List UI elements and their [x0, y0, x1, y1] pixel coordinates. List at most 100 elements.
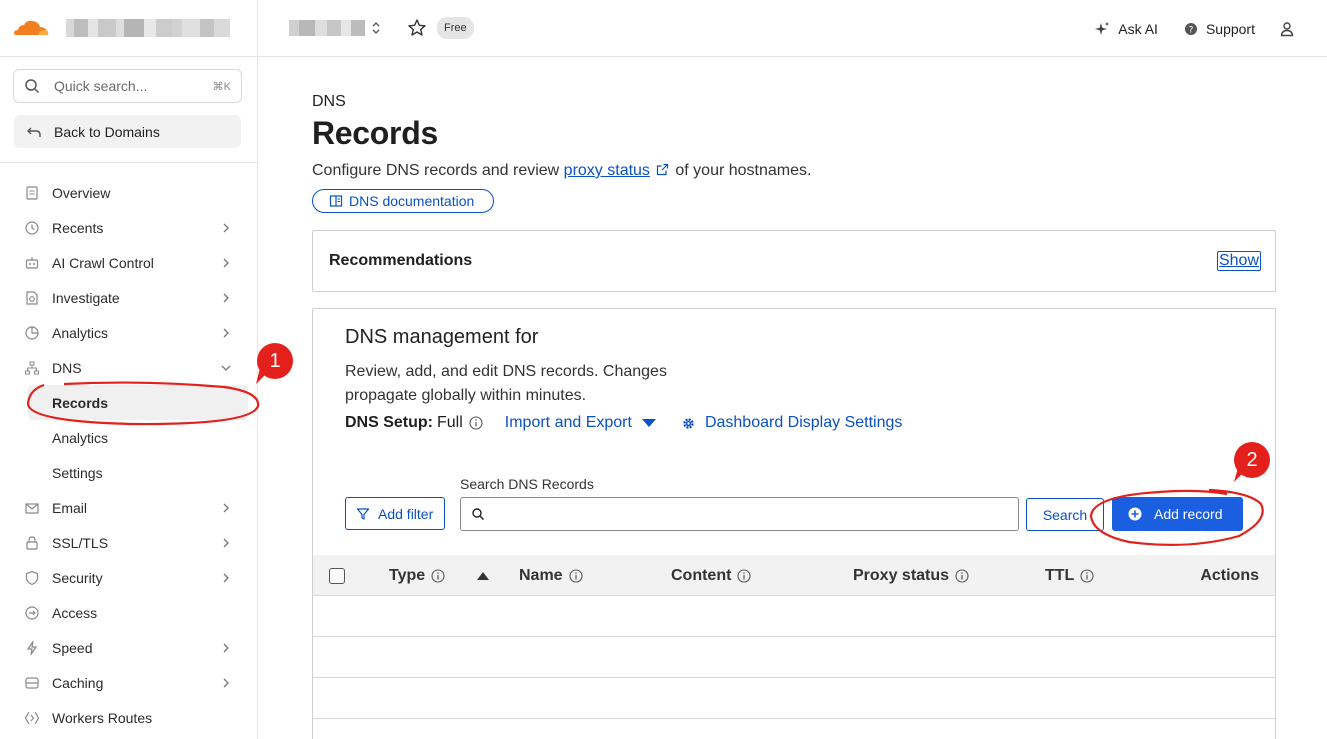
select-all-checkbox[interactable] [329, 567, 345, 584]
user-menu-button[interactable] [1279, 21, 1303, 37]
user-icon [1280, 21, 1294, 36]
recommendations-show-button[interactable]: Show [1216, 251, 1261, 271]
book-icon [329, 195, 343, 207]
page-description: Configure DNS records and review proxy s… [312, 162, 811, 180]
dns-management-description: Review, add, and edit DNS records. Chang… [345, 363, 667, 404]
chevron-right-icon [223, 223, 229, 232]
sidebar-item-label: Recents [52, 219, 104, 236]
sidebar-item-label: Investigate [52, 289, 120, 306]
star-icon[interactable] [407, 18, 427, 38]
search-icon [25, 79, 40, 94]
sidebar-item-label: Caching [52, 674, 104, 691]
account-name-redacted[interactable] [66, 19, 230, 37]
top-bar: Free Ask AI ? Support [258, 0, 1327, 57]
sidebar-item-caching[interactable]: Caching [0, 665, 257, 700]
info-icon[interactable] [569, 568, 583, 583]
annotation-circle-records [26, 381, 260, 426]
support-button[interactable]: ? Support [1184, 21, 1255, 37]
page-eyebrow: DNS [312, 93, 346, 110]
column-header-type[interactable]: Type [389, 555, 445, 596]
chevron-right-icon [223, 503, 229, 512]
table-row[interactable] [313, 596, 1275, 637]
support-label: Support [1205, 20, 1255, 37]
annotation-number: 2 [1246, 448, 1258, 471]
chevron-right-icon [223, 328, 229, 337]
sidebar-item-email[interactable]: Email [0, 490, 257, 525]
sidebar-item-ssl-tls[interactable]: SSL/TLS [0, 525, 257, 560]
sidebar-item-recents[interactable]: Recents [0, 210, 257, 245]
workers-icon [24, 711, 40, 724]
dns-documentation-button[interactable]: DNS documentation [312, 189, 494, 213]
annotation-badge-tail [256, 368, 268, 384]
column-header-label: Name [519, 566, 563, 584]
sidebar-item-speed[interactable]: Speed [0, 630, 257, 665]
info-icon[interactable] [955, 568, 969, 583]
description-text: Configure DNS records and review [312, 162, 564, 179]
column-header-proxy-status[interactable]: Proxy status [853, 555, 969, 596]
caret-down-icon [641, 419, 656, 427]
column-header-actions: Actions [1200, 555, 1259, 596]
info-icon[interactable] [737, 568, 751, 583]
top-bar-actions: Ask AI ? Support [1094, 0, 1303, 57]
column-header-name[interactable]: Name [519, 555, 583, 596]
back-to-domains-button[interactable]: Back to Domains [14, 115, 241, 148]
recommendations-title: Recommendations [329, 252, 473, 269]
chevron-right-icon [223, 643, 229, 652]
annotation-badge-tail [1234, 468, 1245, 482]
info-icon[interactable] [1080, 568, 1094, 583]
sidebar-item-security[interactable]: Security [0, 560, 257, 595]
sidebar-item-label: Settings [52, 464, 103, 481]
filter-icon [356, 507, 370, 520]
proxy-status-link[interactable]: proxy status [564, 162, 650, 179]
zone-name-redacted[interactable] [289, 20, 365, 36]
dashboard-display-settings-link[interactable]: Dashboard Display Settings [682, 414, 902, 432]
sort-ascending-icon[interactable] [477, 555, 489, 596]
recommendations-panel: Recommendations Show [312, 230, 1276, 292]
search-dns-records-label: Search DNS Records [460, 476, 594, 492]
sidebar-subitem-settings[interactable]: Settings [0, 455, 257, 490]
sidebar-item-overview[interactable]: Overview [0, 175, 257, 210]
info-icon[interactable] [469, 416, 483, 430]
quick-search-placeholder: Quick search... [54, 78, 148, 94]
add-filter-button[interactable]: Add filter [345, 497, 445, 530]
column-header-label: TTL [1045, 566, 1075, 584]
page-title: Records [312, 115, 438, 151]
column-header-label: Actions [1200, 566, 1259, 584]
gear-icon [683, 417, 694, 429]
sidebar-item-label: Email [52, 499, 88, 516]
sidebar-item-label: Analytics [52, 324, 109, 341]
sidebar-item-access[interactable]: Access [0, 595, 257, 630]
column-header-content[interactable]: Content [671, 555, 751, 596]
back-arrow-icon [27, 127, 41, 137]
mail-icon [25, 502, 39, 514]
help-icon: ? [1184, 22, 1197, 35]
column-header-label: Proxy status [853, 566, 950, 584]
select-all-cell [329, 555, 345, 596]
cloudflare-logo-icon[interactable] [12, 18, 50, 38]
info-icon[interactable] [431, 568, 445, 583]
import-export-dropdown[interactable]: Import and Export [505, 414, 656, 432]
records-table-header: Type Name Content Proxy status TTL Actio… [313, 555, 1275, 596]
access-icon [25, 605, 39, 620]
sidebar-item-investigate[interactable]: Investigate [0, 280, 257, 315]
sidebar-item-ai-crawl-control[interactable]: AI Crawl Control [0, 245, 257, 280]
chevron-right-icon [223, 538, 229, 547]
search-doc-icon [26, 290, 38, 305]
table-row[interactable] [313, 637, 1275, 678]
search-button-label: Search [1042, 506, 1088, 523]
sidebar-item-workers-routes[interactable]: Workers Routes [0, 700, 257, 735]
sidebar-header [0, 0, 257, 57]
sidebar-nav: Overview Recents AI Crawl Control Invest… [0, 175, 257, 735]
sidebar-item-label: Speed [52, 639, 93, 656]
column-header-label: Content [671, 566, 732, 584]
quick-search-input[interactable]: Quick search... ⌘K [13, 69, 242, 103]
dns-management-title: DNS management for [345, 326, 539, 348]
sidebar-item-analytics[interactable]: Analytics [0, 315, 257, 350]
column-header-label: Type [389, 566, 426, 584]
column-header-ttl[interactable]: TTL [1045, 555, 1094, 596]
sidebar-item-label: DNS [52, 359, 82, 376]
table-row[interactable] [313, 678, 1275, 719]
search-dns-records-input[interactable] [460, 497, 1019, 531]
chevron-updown-icon[interactable] [371, 21, 381, 35]
ask-ai-button[interactable]: Ask AI [1094, 21, 1158, 37]
